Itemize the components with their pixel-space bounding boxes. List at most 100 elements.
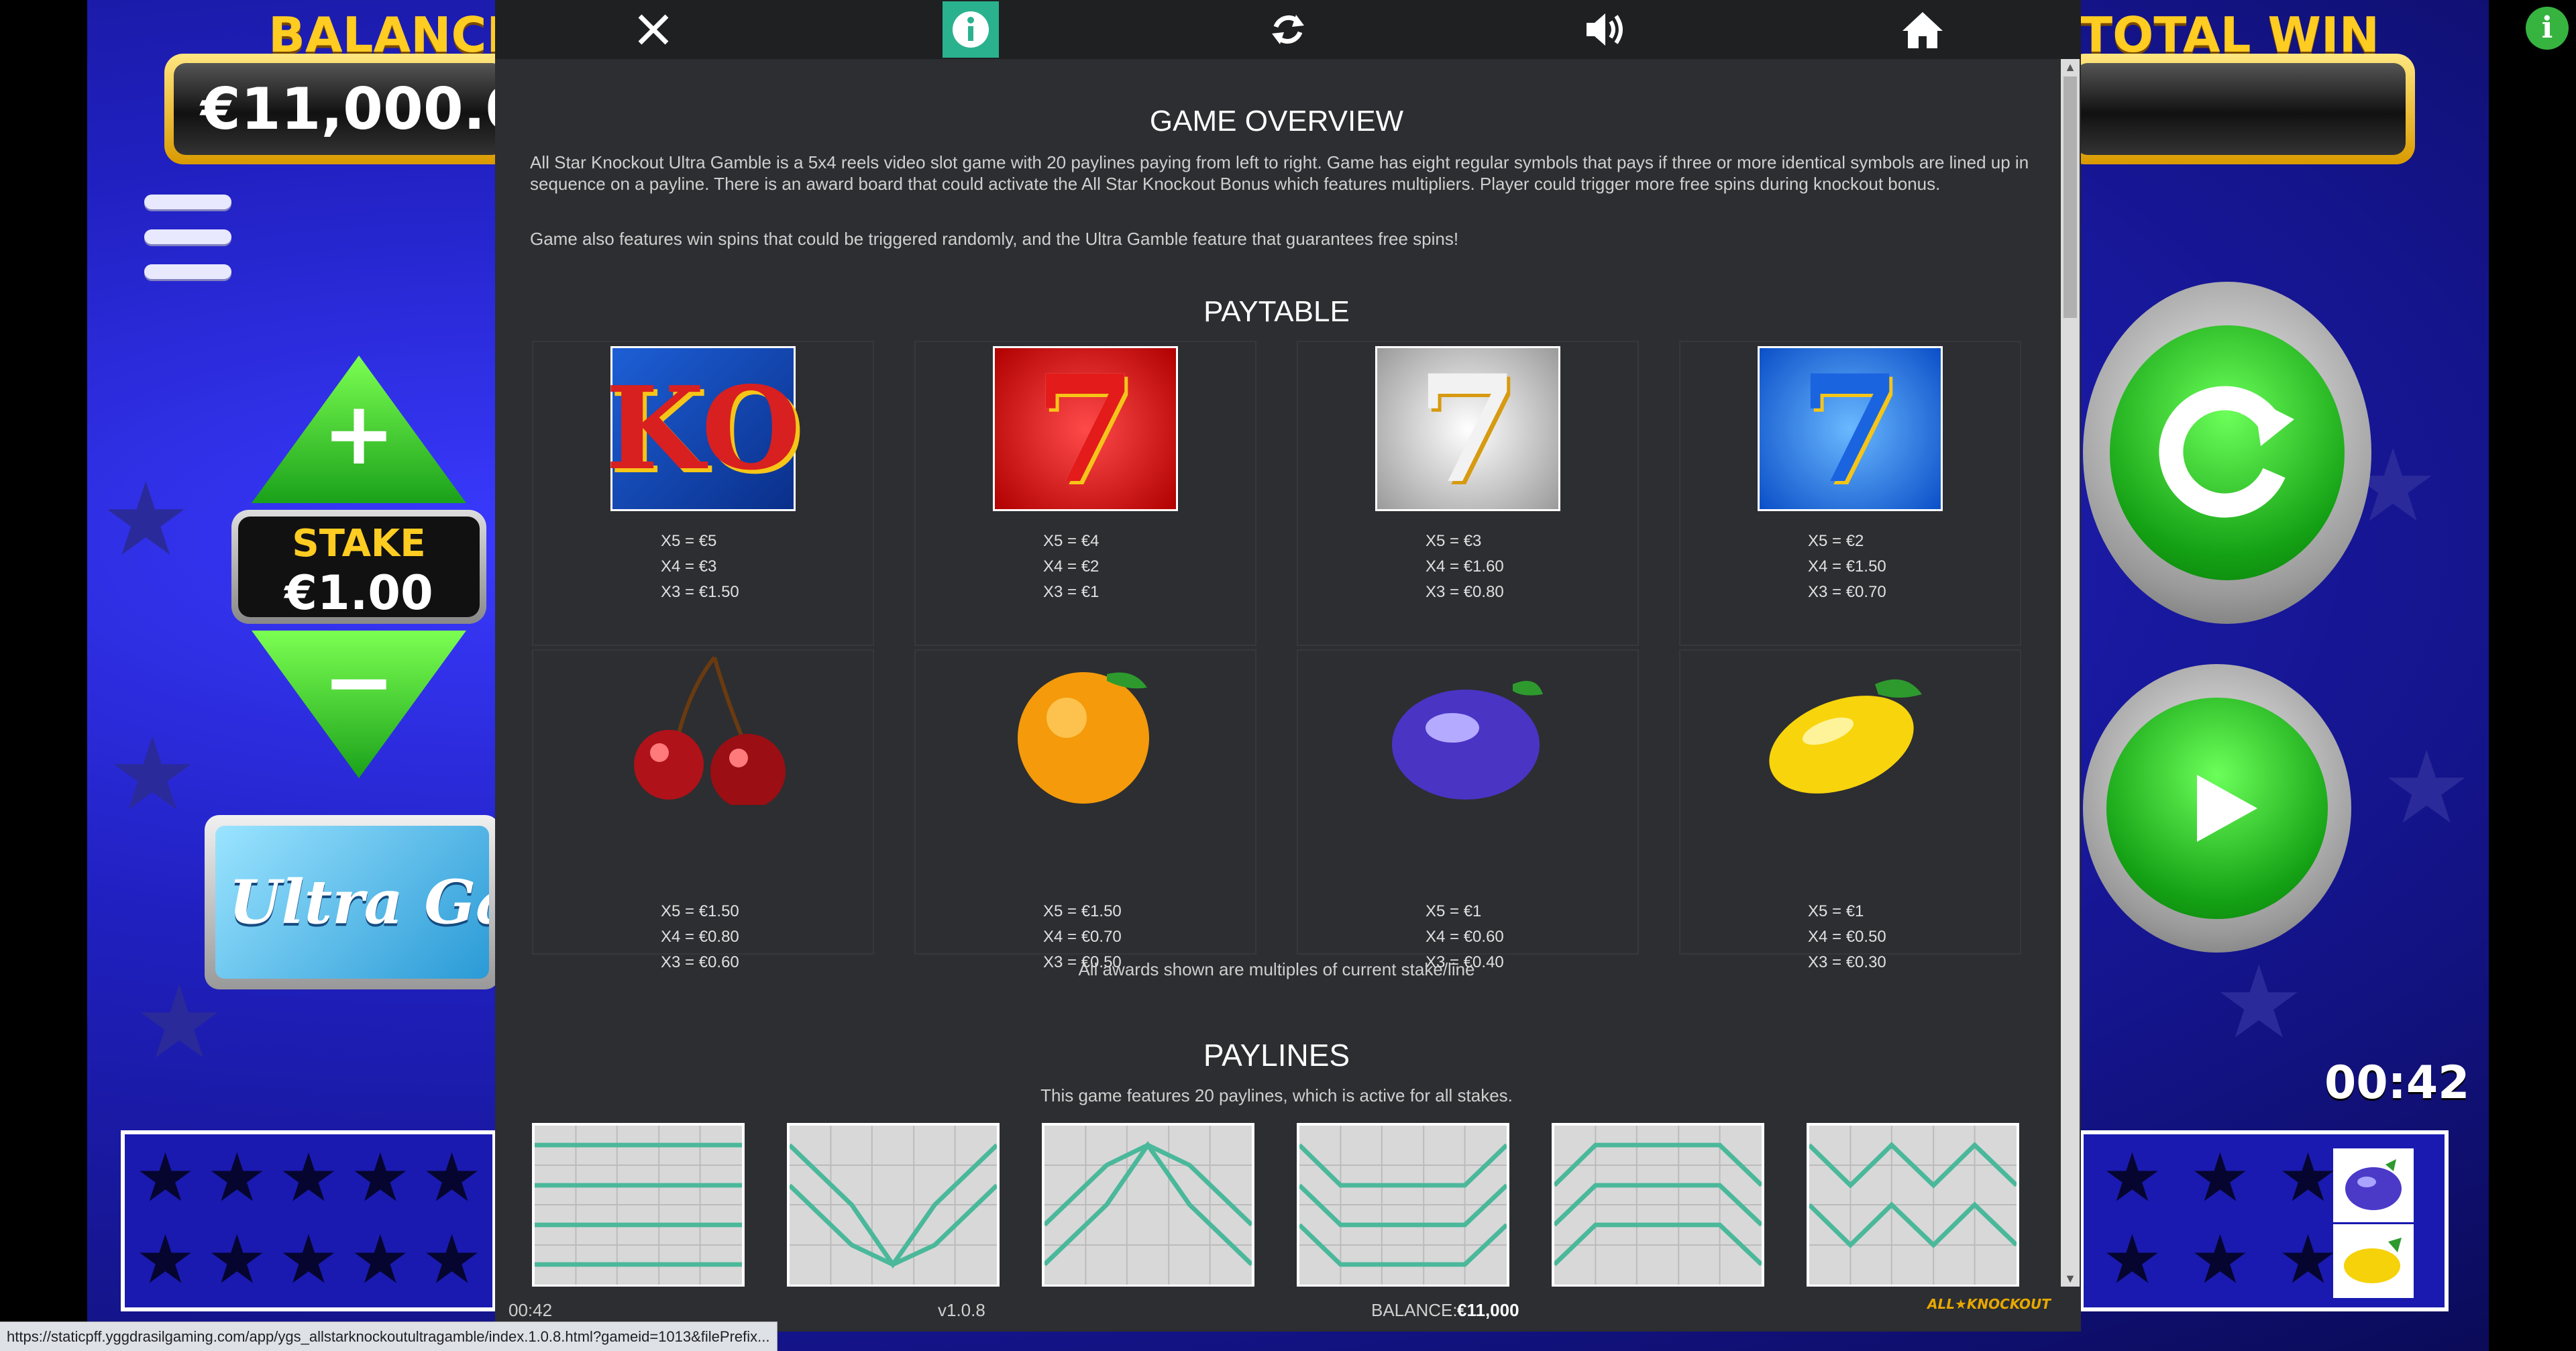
info-icon <box>953 11 989 48</box>
ultra-gamble-label: Ultra Gamble <box>215 826 489 979</box>
pay-x4: X4 = €1.50 <box>1808 557 1886 576</box>
pay-x5: X5 = €3 <box>1426 532 1482 550</box>
star-icon: ★ <box>350 1138 411 1217</box>
help-toolbar <box>495 0 2081 59</box>
autoplay-button[interactable] <box>2083 282 2371 624</box>
payline-diagram <box>1807 1123 2019 1287</box>
pay-x4: X4 = €2 <box>1043 557 1099 576</box>
ultra-gamble-button[interactable]: Ultra Gamble <box>205 815 500 989</box>
scroll-down-icon[interactable]: ▼ <box>2061 1271 2080 1287</box>
lemon-symbol <box>1769 679 1922 794</box>
payline-diagram <box>532 1123 745 1287</box>
ko-symbol: KO <box>605 346 801 511</box>
star-icon: ★ <box>278 1138 339 1217</box>
award-board-left: ★ ★ ★ ★ ★ ★ ★ ★ ★ ★ <box>121 1130 496 1311</box>
footer-time: 00:42 <box>508 1300 553 1320</box>
star-icon: ★ <box>2190 1220 2251 1299</box>
star-icon: ★ <box>207 1220 268 1299</box>
scroll-up-icon[interactable]: ▲ <box>2061 59 2080 75</box>
refresh-button[interactable] <box>1130 0 1447 59</box>
payline-diagram <box>1552 1123 1764 1287</box>
info-tab[interactable] <box>812 0 1130 59</box>
plum-icon <box>2333 1148 2414 1222</box>
star-icon: ★ <box>2102 1220 2163 1299</box>
pay-x5: X5 = €1.50 <box>661 902 739 920</box>
star-icon: ★ <box>278 1220 339 1299</box>
pay-x4: X4 = €0.60 <box>1426 928 1504 946</box>
overview-title: GAME OVERVIEW <box>1149 105 1404 138</box>
paytable-cell: X5 = €1 X4 = €0.60 X3 = €0.40 <box>1297 649 1639 971</box>
help-content[interactable]: GAME OVERVIEW All Star Knockout Ultra Ga… <box>495 59 2058 1287</box>
paytable-note: All awards shown are multiples of curren… <box>1078 959 1475 979</box>
paytable-title: PAYTABLE <box>1203 295 1350 328</box>
star-icon: ★ <box>350 1220 411 1299</box>
pay-x3: X3 = €0.80 <box>1426 583 1504 601</box>
pay-x3: X3 = €0.70 <box>1808 583 1886 601</box>
right-letterbox <box>2489 0 2576 1351</box>
timer: 00:42 <box>2324 1057 2470 1110</box>
sound-button[interactable] <box>1446 0 1764 59</box>
star-decoration: ★ <box>2214 944 2304 1061</box>
red-seven-symbol: 7 <box>993 342 1178 516</box>
star-icon: ★ <box>2190 1138 2251 1217</box>
star-icon: ★ <box>421 1138 482 1217</box>
pay-x4: X4 = €3 <box>661 557 717 576</box>
help-panel: GAME OVERVIEW All Star Knockout Ultra Ga… <box>495 0 2081 1332</box>
blue-seven-symbol: 7 <box>1758 342 1943 516</box>
sound-icon <box>1586 13 1623 46</box>
pay-x4: X4 = €0.80 <box>661 928 739 946</box>
footer-balance-value: €11,000 <box>1457 1300 1519 1320</box>
paylines-title: PAYLINES <box>1203 1038 1350 1073</box>
pay-x4: X4 = €0.70 <box>1043 928 1122 946</box>
plum-symbol <box>1392 681 1543 800</box>
payline-diagram <box>1297 1123 1509 1287</box>
total-win-display <box>2066 54 2415 164</box>
star-decoration: ★ <box>107 716 198 833</box>
star-icon: ★ <box>207 1138 268 1217</box>
paytable-cell: 7 X5 = €3 X4 = €1.60 X3 = €0.80 <box>1297 341 1639 646</box>
star-icon: ★ <box>2102 1138 2163 1217</box>
star-icon: ★ <box>135 1138 196 1217</box>
menu-icon[interactable] <box>144 195 231 299</box>
pay-x5: X5 = €2 <box>1808 532 1864 550</box>
plus-icon: + <box>322 382 396 484</box>
pay-x3: X3 = €1 <box>1043 583 1099 601</box>
scrollbar[interactable]: ▲ ▼ <box>2061 59 2080 1287</box>
stake-value: €1.00 <box>284 565 433 620</box>
stake-display: STAKE €1.00 <box>231 510 486 624</box>
pay-x5: X5 = €1 <box>1808 902 1864 920</box>
pay-x3: X3 = €1.50 <box>661 583 739 601</box>
paytable-cell: X5 = €1.50 X4 = €0.80 X3 = €0.60 <box>532 649 874 971</box>
home-icon <box>1902 12 1943 48</box>
game-logo: ALL★KNOCKOUT <box>1927 1296 2051 1312</box>
stake-control: + STAKE €1.00 − <box>225 356 493 792</box>
star-icon: ★ <box>421 1220 482 1299</box>
payline-diagram <box>787 1123 1000 1287</box>
star-decoration: ★ <box>2381 730 2472 847</box>
play-icon <box>2106 698 2328 919</box>
paytable-cell: X5 = €1.50 X4 = €0.70 X3 = €0.50 <box>914 649 1256 971</box>
paytable-cell: X5 = €1 X4 = €0.50 X3 = €0.30 <box>1679 649 2021 971</box>
refresh-icon <box>1271 15 1304 44</box>
home-button[interactable] <box>1764 0 2081 59</box>
pay-x5: X5 = €1.50 <box>1043 902 1122 920</box>
close-button[interactable] <box>495 0 812 59</box>
lemon-icon <box>2333 1224 2414 1298</box>
overview-paragraph: All Star Knockout Ultra Gamble is a 5x4 … <box>530 152 2029 194</box>
balance-value: €11,000.00 <box>174 63 566 155</box>
overview-paragraph: Game also features win spins that could … <box>530 229 1459 249</box>
paylines-subtitle: This game features 20 paylines, which is… <box>1040 1085 1513 1105</box>
scrollbar-thumb[interactable] <box>2063 76 2077 318</box>
paytable-cell: KO X5 = €5 X4 = €3 X3 = €1.50 <box>532 341 874 646</box>
paytable-cell: 7 X5 = €2 X4 = €1.50 X3 = €0.70 <box>1679 341 2021 646</box>
autoplay-icon <box>2110 325 2345 580</box>
footer-balance-label: BALANCE: <box>1371 1300 1458 1320</box>
left-letterbox <box>0 0 87 1351</box>
info-icon[interactable]: i <box>2526 7 2569 50</box>
close-icon <box>638 14 669 45</box>
spin-button[interactable] <box>2083 664 2351 953</box>
star-decoration: ★ <box>134 965 225 1081</box>
pay-x4: X4 = €0.50 <box>1808 928 1886 946</box>
paytable-cell: 7 X5 = €4 X4 = €2 X3 = €1 <box>914 341 1256 646</box>
star-decoration: ★ <box>101 462 191 578</box>
